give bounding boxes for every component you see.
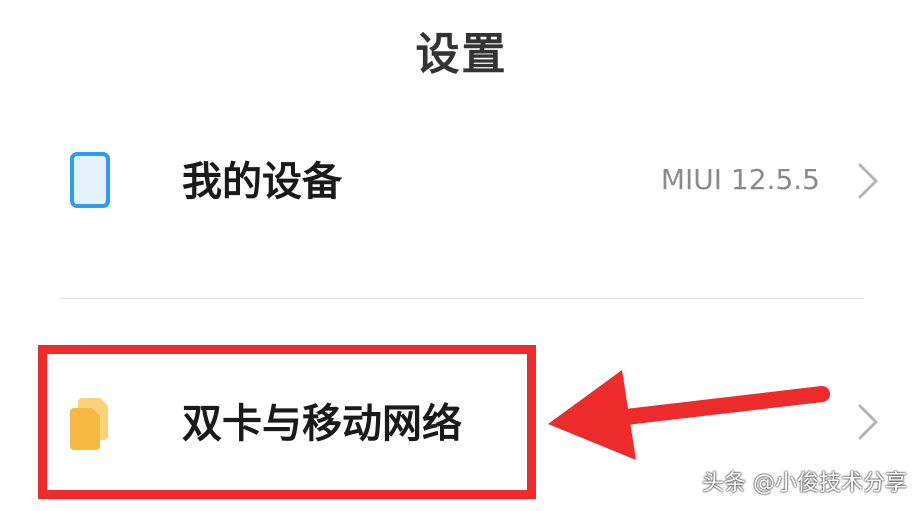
settings-screen: 设置 我的设备 MIUI 12.5.5 双卡与移动网络 头条 @小俊技术分享 <box>0 0 923 511</box>
chevron-right-icon <box>858 404 878 440</box>
settings-item-my-device[interactable]: 我的设备 MIUI 12.5.5 <box>0 128 923 238</box>
highlight-box <box>38 345 536 499</box>
page-title: 设置 <box>415 29 508 80</box>
chevron-right-icon <box>858 163 878 199</box>
divider <box>60 298 864 299</box>
phone-icon <box>70 152 110 208</box>
red-arrow-icon <box>548 370 830 460</box>
settings-item-label: 我的设备 <box>182 159 342 205</box>
watermark: 头条 @小俊技术分享 <box>702 471 907 496</box>
miui-version-value: MIUI 12.5.5 <box>660 163 820 196</box>
